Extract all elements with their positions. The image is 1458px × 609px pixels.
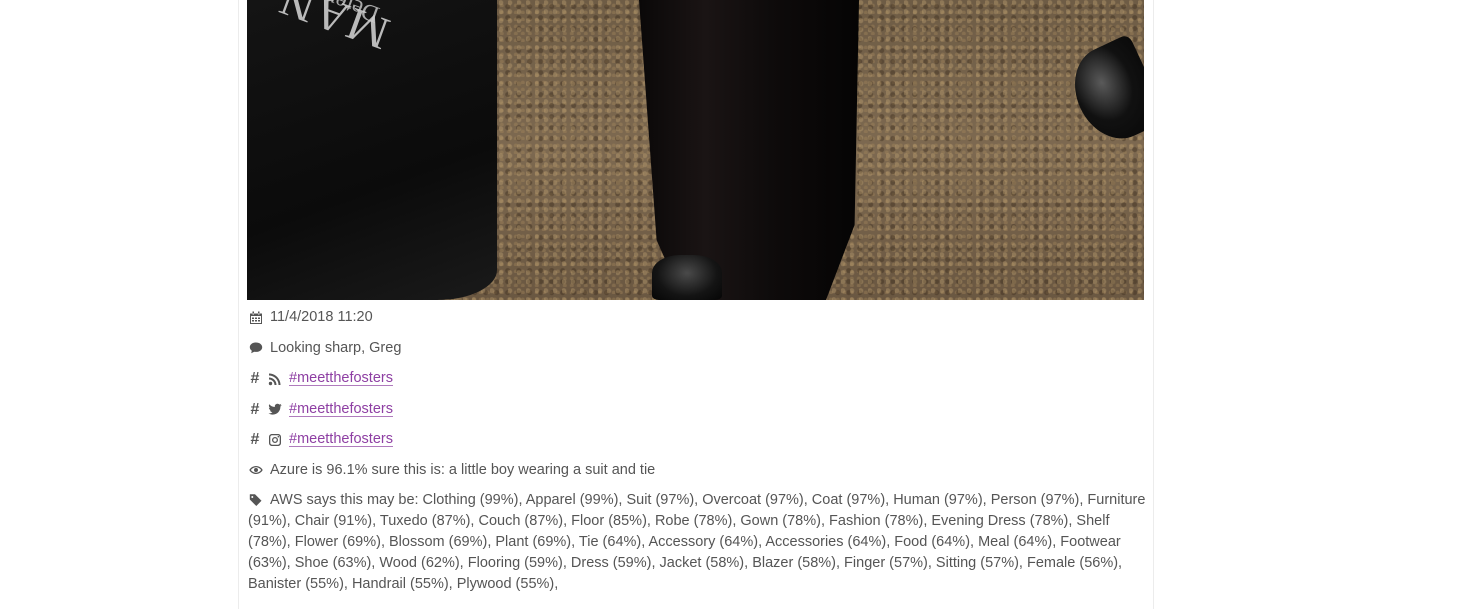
post-meta: 11/4/2018 11:20 Looking sharp, Greg # #m… [248,307,1148,595]
post-date: 11/4/2018 11:20 [270,309,373,325]
hashtag-link-instagram[interactable]: #meetthefosters [289,429,393,450]
hashtag-link-twitter[interactable]: #meetthefosters [289,399,393,420]
calendar-icon [248,310,264,326]
post-card: MAN Deter 11/4/2018 11:20 Looking sharp,… [238,0,1154,609]
post-photo[interactable]: MAN Deter [247,0,1144,300]
hashtag-icon: # [250,370,260,387]
shopping-bag-graphic: MAN Deter [247,0,497,300]
azure-caption-row: Azure is 96.1% sure this is: a little bo… [248,460,1148,481]
hashtag-row-twitter: # #meetthefosters [248,399,1148,420]
aws-labels: AWS says this may be: Clothing (99%), Ap… [248,492,1146,592]
post-caption: Looking sharp, Greg [270,339,402,356]
tag-icon [248,492,264,508]
hashtag-icon: # [250,431,260,448]
post-date-row: 11/4/2018 11:20 [248,307,1148,328]
hashtag-link-rss[interactable]: #meetthefosters [289,368,393,389]
shoe-graphic [652,255,722,300]
rss-icon [267,371,283,387]
aws-labels-row: AWS says this may be: Clothing (99%), Ap… [248,490,1148,595]
shoe-graphic-right [1060,33,1144,152]
twitter-icon [267,401,283,417]
comment-icon [248,340,264,356]
hashtag-row-rss: # #meetthefosters [248,368,1148,389]
hashtag-icon: # [250,400,260,418]
hashtag-row-instagram: # #meetthefosters [248,429,1148,450]
instagram-icon [267,432,283,448]
azure-caption: Azure is 96.1% sure this is: a little bo… [270,461,656,478]
post-caption-row: Looking sharp, Greg [248,338,1148,359]
eye-icon [248,462,264,478]
